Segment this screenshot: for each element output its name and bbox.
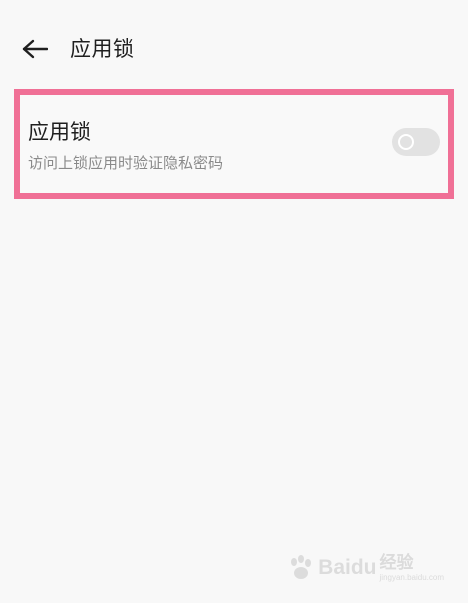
- setting-subtitle: 访问上锁应用时验证隐私密码: [28, 154, 224, 172]
- arrow-left-icon: [22, 39, 48, 59]
- page-title: 应用锁: [70, 37, 135, 61]
- paw-icon: [291, 555, 312, 579]
- highlight-frame: 应用锁 访问上锁应用时验证隐私密码: [14, 89, 454, 199]
- baidu-jingyan-watermark: Baidu 经验 jingyan.baidu.com: [285, 553, 444, 583]
- app-lock-toggle[interactable]: [392, 128, 440, 156]
- watermark-brand: Baidu: [318, 556, 377, 579]
- toggle-knob-icon: [398, 134, 414, 150]
- setting-title: 应用锁: [28, 120, 91, 144]
- app-lock-setting-row[interactable]: 应用锁 访问上锁应用时验证隐私密码: [20, 95, 448, 193]
- watermark-label: 经验: [379, 552, 414, 573]
- watermark-label-group: 经验 jingyan.baidu.com: [379, 552, 444, 582]
- watermark-url: jingyan.baidu.com: [379, 572, 444, 582]
- app-lock-screen: 应用锁 应用锁 访问上锁应用时验证隐私密码 Baidu 经验 jingyan.b…: [0, 0, 468, 603]
- back-button[interactable]: [18, 34, 52, 64]
- top-app-bar: 应用锁: [0, 0, 468, 96]
